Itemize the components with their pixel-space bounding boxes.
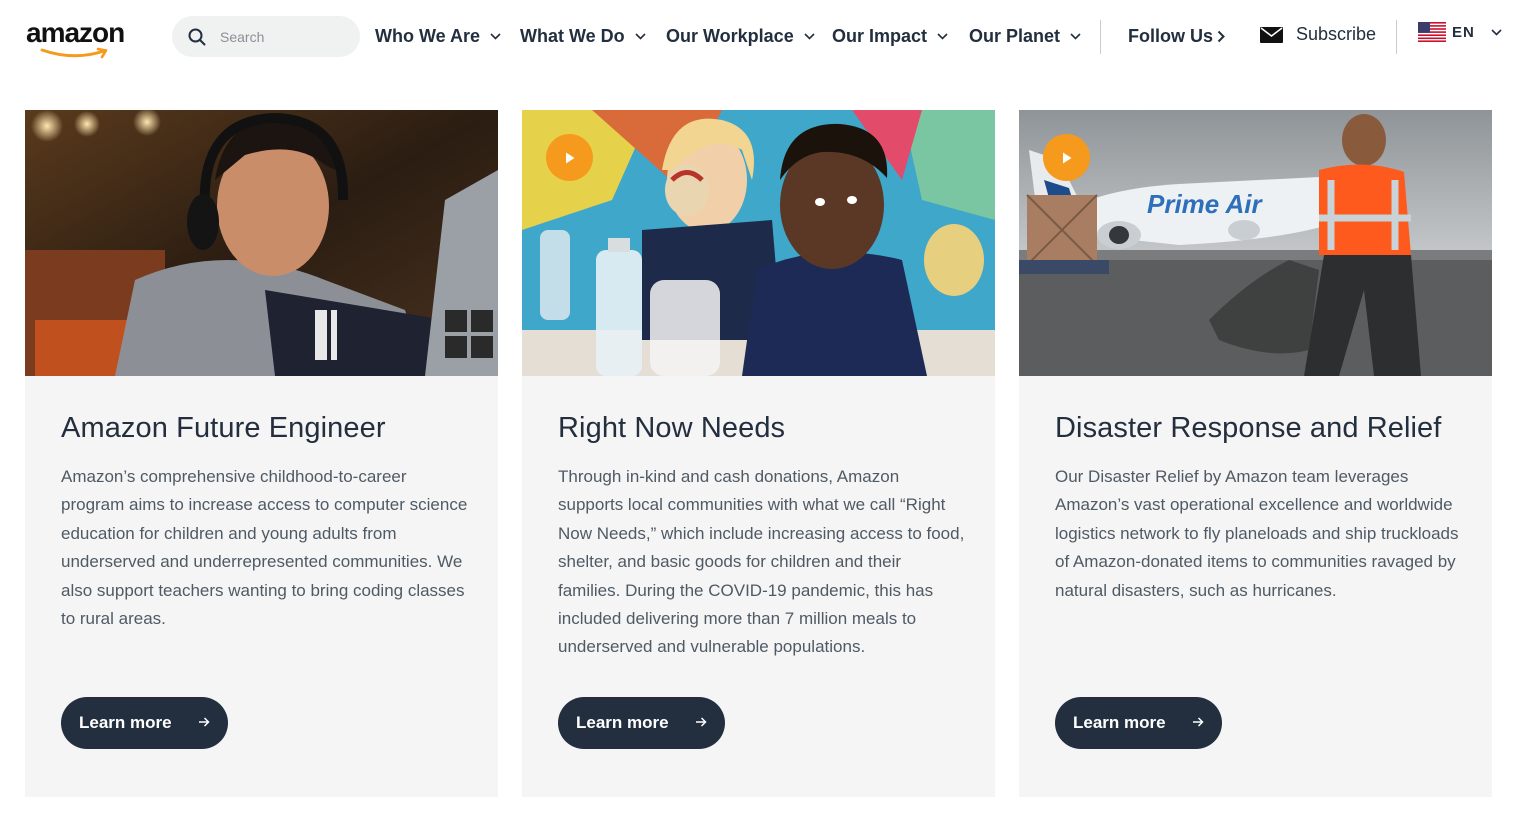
logo-wordmark: amazon bbox=[26, 17, 125, 48]
amazon-logo[interactable]: amazon bbox=[26, 18, 134, 60]
chevron-down-icon bbox=[1491, 28, 1502, 36]
follow-us-link[interactable]: Follow Us bbox=[1128, 24, 1225, 48]
learn-more-button[interactable]: Learn more bbox=[1055, 697, 1222, 749]
arrow-right-icon bbox=[696, 717, 707, 727]
header-divider bbox=[1396, 20, 1397, 54]
nav-who-we-are[interactable]: Who We Are bbox=[375, 24, 501, 48]
language-code: EN bbox=[1452, 23, 1475, 41]
button-label: Learn more bbox=[79, 713, 172, 732]
nav-label: Who We Are bbox=[375, 25, 481, 46]
arrow-right-icon bbox=[199, 717, 210, 727]
chevron-down-icon bbox=[937, 32, 948, 40]
nav-our-planet[interactable]: Our Planet bbox=[969, 24, 1081, 48]
chevron-down-icon bbox=[635, 32, 646, 40]
subscribe-label: Subscribe bbox=[1296, 24, 1377, 44]
search-icon bbox=[188, 28, 206, 45]
smile-arrow-icon bbox=[40, 47, 108, 59]
play-video-button[interactable] bbox=[1043, 134, 1090, 181]
card-description: Amazon’s comprehensive childhood-to-care… bbox=[61, 467, 468, 629]
chevron-right-icon bbox=[1217, 30, 1225, 42]
nav-label: What We Do bbox=[520, 25, 625, 46]
nav-label: Our Workplace bbox=[666, 25, 794, 46]
children-eating-photo bbox=[522, 110, 995, 376]
nav-our-impact[interactable]: Our Impact bbox=[832, 24, 948, 48]
header-divider bbox=[1100, 20, 1101, 54]
us-flag-icon bbox=[1418, 22, 1446, 42]
chevron-down-icon bbox=[1070, 32, 1081, 40]
search-input[interactable] bbox=[220, 28, 340, 45]
card-description: Through in-kind and cash donations, Amaz… bbox=[558, 467, 965, 657]
play-icon bbox=[565, 152, 574, 163]
learn-more-button[interactable]: Learn more bbox=[61, 697, 228, 749]
button-label: Learn more bbox=[576, 713, 669, 732]
nav-label: Our Impact bbox=[832, 25, 928, 46]
nav-our-workplace[interactable]: Our Workplace bbox=[666, 24, 815, 48]
card-image bbox=[522, 110, 995, 376]
search-box[interactable] bbox=[172, 16, 360, 57]
prime-air-cargo-photo: Prime Air bbox=[1019, 110, 1492, 376]
card-image: Prime Air bbox=[1019, 110, 1492, 376]
card-right-now-needs: Right Now Needs Through in-kind and cash… bbox=[522, 110, 995, 797]
boy-with-headphones-photo bbox=[25, 110, 498, 376]
card-title: Right Now Needs bbox=[558, 412, 786, 444]
card-title: Disaster Response and Relief bbox=[1055, 412, 1442, 444]
plane-livery-text: Prime Air bbox=[1147, 189, 1264, 219]
site-header: amazon Who We Are What We Do Our Workpla… bbox=[0, 0, 1536, 72]
play-icon bbox=[1062, 152, 1071, 163]
play-video-button[interactable] bbox=[546, 134, 593, 181]
card-disaster-relief: Prime Air Disaster Response and Relief O… bbox=[1019, 110, 1492, 797]
arrow-right-icon bbox=[1193, 717, 1204, 727]
mail-icon bbox=[1260, 26, 1283, 43]
chevron-down-icon bbox=[804, 32, 815, 40]
learn-more-button[interactable]: Learn more bbox=[558, 697, 725, 749]
card-future-engineer: Amazon Future Engineer Amazon’s comprehe… bbox=[25, 110, 498, 797]
language-selector[interactable]: EN bbox=[1418, 22, 1502, 42]
nav-label: Our Planet bbox=[969, 25, 1061, 46]
button-label: Learn more bbox=[1073, 713, 1166, 732]
card-title: Amazon Future Engineer bbox=[61, 412, 386, 444]
card-image bbox=[25, 110, 498, 376]
card-description: Our Disaster Relief by Amazon team lever… bbox=[1055, 467, 1459, 600]
nav-what-we-do[interactable]: What We Do bbox=[520, 24, 646, 48]
subscribe-link[interactable]: Subscribe bbox=[1260, 24, 1376, 45]
chevron-down-icon bbox=[490, 32, 501, 40]
follow-us-label: Follow Us bbox=[1128, 25, 1213, 46]
